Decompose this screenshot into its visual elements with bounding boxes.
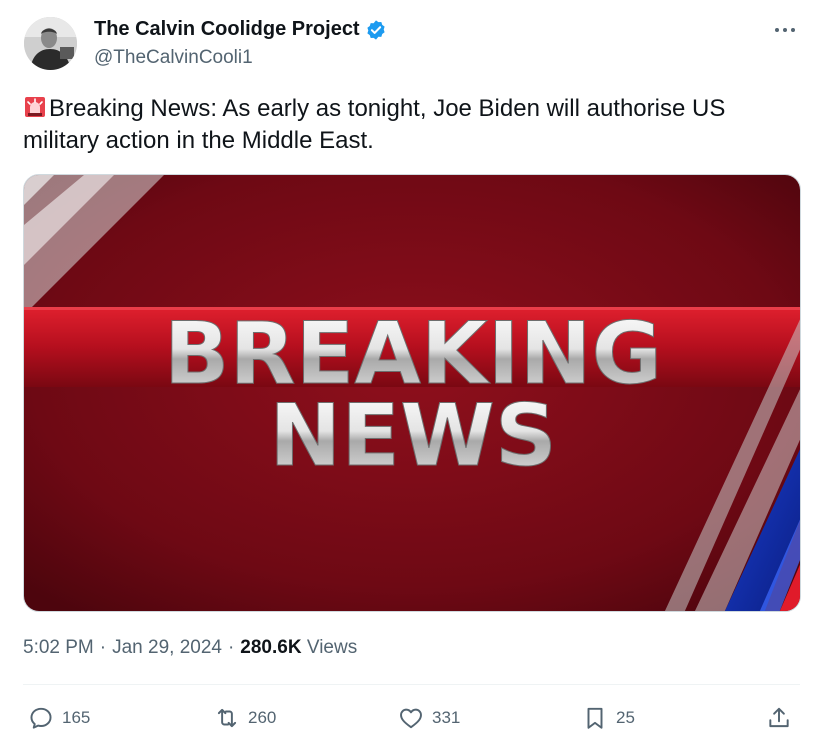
share-button[interactable]: [766, 700, 792, 736]
bookmark-count: 25: [616, 708, 635, 727]
meta-separator: ·: [99, 637, 107, 658]
reply-button[interactable]: 165: [28, 700, 90, 736]
reply-count: 165: [62, 708, 91, 727]
views-count: 280.6K: [240, 637, 302, 658]
like-count: 331: [432, 708, 461, 727]
author-display-name[interactable]: The Calvin Coolidge Project: [94, 18, 360, 41]
avatar[interactable]: [24, 17, 77, 70]
tweet-time[interactable]: 5:02 PM: [23, 637, 94, 659]
siren-icon: [23, 95, 47, 119]
verified-badge-icon[interactable]: [365, 19, 387, 41]
repost-button[interactable]: 260: [214, 700, 276, 736]
repost-icon: [217, 708, 237, 728]
more-options-button[interactable]: [770, 19, 800, 41]
bookmark-button[interactable]: 25: [582, 700, 635, 736]
more-dots-icon: [775, 28, 795, 32]
reply-icon: [30, 707, 52, 729]
bookmark-icon: [587, 707, 603, 729]
like-button[interactable]: 331: [398, 700, 460, 736]
tweet-text: Breaking News: As early as tonight, Joe …: [23, 93, 793, 157]
tweet-body: Breaking News: As early as tonight, Joe …: [23, 95, 726, 154]
author-name-row[interactable]: The Calvin Coolidge Project: [94, 18, 387, 41]
views-label: Views: [306, 637, 358, 658]
heart-icon: [400, 708, 422, 729]
repost-count: 260: [248, 708, 277, 727]
media-headline-line2: NEWS: [269, 386, 557, 486]
share-icon: [769, 707, 789, 728]
avatar-photo: [24, 17, 77, 70]
tweet-date[interactable]: Jan 29, 2024: [112, 637, 222, 659]
author-handle[interactable]: @TheCalvinCooli1: [94, 47, 253, 69]
divider: [23, 684, 800, 685]
tweet-media-image[interactable]: BREAKING NEWS: [23, 174, 801, 612]
meta-separator: ·: [227, 637, 235, 658]
tweet-meta: 5:02 PM · Jan 29, 2024 · 280.6K Views: [23, 637, 357, 659]
tweet-action-bar: 165 260 331 25: [0, 700, 822, 736]
